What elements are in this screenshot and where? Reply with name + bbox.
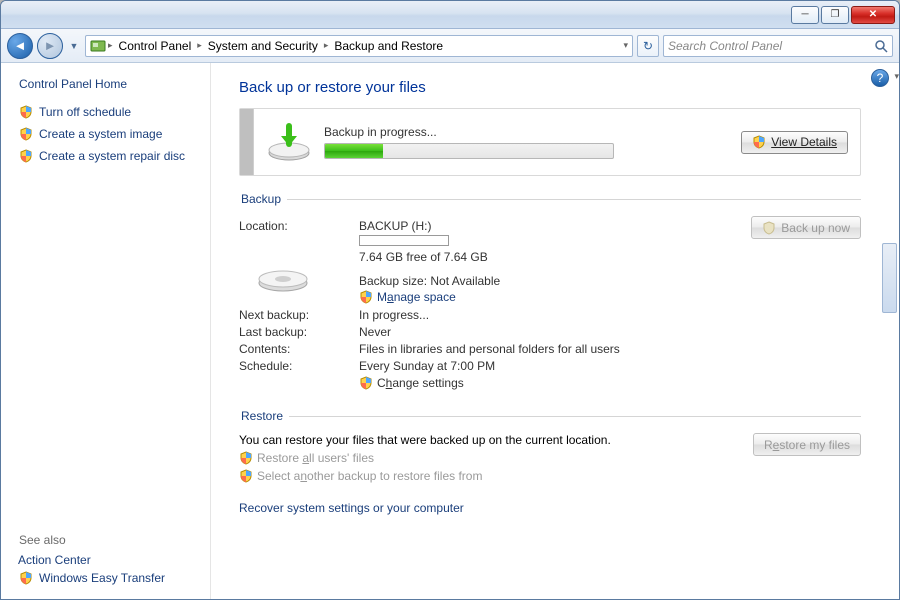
change-settings-link[interactable]: Change settings: [359, 376, 464, 390]
button-label: Restore my files: [764, 438, 850, 452]
last-backup-value: Never: [359, 325, 391, 339]
backup-size-text: Backup size: Not Available: [359, 274, 500, 288]
shield-icon: [19, 105, 33, 119]
backup-section: Backup Location: BACKUP (H:) 7.64 GB fre…: [239, 192, 861, 393]
location-label: Location:: [239, 219, 359, 304]
help-dropdown[interactable]: ▾: [894, 71, 899, 82]
see-also-heading: See also: [19, 533, 196, 547]
titlebar: ─ ❐ ✕: [1, 1, 899, 29]
sidebar-link-create-repair-disc[interactable]: Create a system repair disc: [19, 149, 196, 163]
disk-usage-bar: [359, 235, 449, 246]
location-icon: [90, 38, 106, 54]
last-backup-label: Last backup:: [239, 325, 359, 339]
manage-space-text: Manage space: [377, 290, 456, 304]
link-label: Turn off schedule: [39, 105, 131, 119]
free-space-text: 7.64 GB free of 7.64 GB: [359, 250, 500, 264]
sidebar: Control Panel Home Turn off schedule Cre…: [1, 63, 211, 599]
shield-icon: [19, 571, 33, 585]
chevron-right-icon: ▸: [324, 40, 329, 51]
chevron-right-icon: ▸: [108, 40, 113, 51]
minimize-button[interactable]: ─: [791, 6, 819, 24]
link-label: Action Center: [18, 553, 91, 567]
contents-label: Contents:: [239, 342, 359, 356]
button-label: View Details: [771, 135, 837, 149]
next-backup-value: In progress...: [359, 308, 429, 322]
shield-icon: [762, 221, 776, 235]
location-value: BACKUP (H:): [359, 219, 500, 233]
nav-toolbar: ◄ ► ▼ ▸ Control Panel ▸ System and Secur…: [1, 29, 899, 63]
link-label: Windows Easy Transfer: [39, 571, 165, 585]
shield-icon: [359, 290, 373, 304]
shield-icon: [19, 149, 33, 163]
shield-icon: [752, 135, 766, 149]
backup-legend: Backup: [239, 192, 287, 206]
sidebar-link-action-center[interactable]: Action Center: [18, 553, 196, 567]
restore-all-users-files-link[interactable]: Restore all users' files: [239, 451, 733, 465]
restore-my-files-button: Restore my files: [753, 433, 861, 456]
breadcrumb-backup-and-restore[interactable]: Backup and Restore: [330, 38, 447, 54]
main-panel: ? ▾ Back up or restore your files Backup…: [211, 63, 899, 599]
window-frame: ─ ❐ ✕ ◄ ► ▼ ▸ Control Panel ▸ System and…: [0, 0, 900, 600]
next-backup-label: Next backup:: [239, 308, 359, 322]
sidebar-link-turn-off-schedule[interactable]: Turn off schedule: [19, 105, 196, 119]
back-button[interactable]: ◄: [7, 33, 33, 59]
scrollbar-thumb[interactable]: [882, 243, 897, 313]
page-title: Back up or restore your files: [239, 79, 861, 96]
maximize-button[interactable]: ❐: [821, 6, 849, 24]
forward-button[interactable]: ►: [37, 33, 63, 59]
progress-label: Backup in progress...: [324, 125, 614, 139]
contents-value: Files in libraries and personal folders …: [359, 342, 620, 356]
change-settings-text: Change settings: [377, 376, 464, 390]
shield-icon: [19, 127, 33, 141]
view-details-button[interactable]: View Details: [741, 131, 848, 154]
search-placeholder: Search Control Panel: [668, 39, 782, 53]
search-input[interactable]: Search Control Panel: [663, 35, 893, 57]
refresh-button[interactable]: ↻: [637, 35, 659, 57]
link-label: Create a system repair disc: [39, 149, 185, 163]
progress-fill: [325, 144, 383, 158]
select-another-backup-link[interactable]: Select another backup to restore files f…: [239, 469, 733, 483]
restore-all-text: Restore all users' files: [257, 451, 374, 465]
button-label: Back up now: [781, 221, 850, 235]
backup-progress-card: Backup in progress... View Details: [239, 108, 861, 176]
help-button[interactable]: ?: [871, 69, 889, 87]
schedule-value: Every Sunday at 7:00 PM: [359, 359, 495, 373]
sidebar-link-create-system-image[interactable]: Create a system image: [19, 127, 196, 141]
select-another-text: Select another backup to restore files f…: [257, 469, 482, 483]
manage-space-link[interactable]: Manage space: [359, 290, 500, 304]
schedule-label: Schedule:: [239, 359, 359, 373]
chevron-right-icon: ▸: [197, 40, 202, 51]
back-up-now-button: Back up now: [751, 216, 861, 239]
content-area: Control Panel Home Turn off schedule Cre…: [1, 63, 899, 599]
shield-icon: [359, 376, 373, 390]
card-grip: [240, 109, 254, 175]
close-button[interactable]: ✕: [851, 6, 895, 24]
chevron-down-icon[interactable]: ▾: [623, 40, 628, 51]
nav-history-dropdown[interactable]: ▼: [67, 33, 81, 59]
backup-drive-icon: [264, 118, 314, 166]
link-label: Create a system image: [39, 127, 162, 141]
control-panel-home-link[interactable]: Control Panel Home: [19, 77, 196, 91]
view-details-text: View Details: [771, 135, 837, 149]
search-icon: [874, 39, 888, 53]
address-bar[interactable]: ▸ Control Panel ▸ System and Security ▸ …: [85, 35, 633, 57]
sidebar-link-windows-easy-transfer[interactable]: Windows Easy Transfer: [19, 571, 196, 585]
shield-icon: [239, 469, 253, 483]
restore-legend: Restore: [239, 409, 289, 423]
breadcrumb-system-and-security[interactable]: System and Security: [204, 38, 322, 54]
restore-intro-text: You can restore your files that were bac…: [239, 433, 733, 447]
progress-bar: [324, 143, 614, 159]
shield-icon: [239, 451, 253, 465]
breadcrumb-control-panel[interactable]: Control Panel: [115, 38, 196, 54]
recover-system-settings-link[interactable]: Recover system settings or your computer: [239, 501, 861, 515]
restore-section: Restore You can restore your files that …: [239, 409, 861, 515]
